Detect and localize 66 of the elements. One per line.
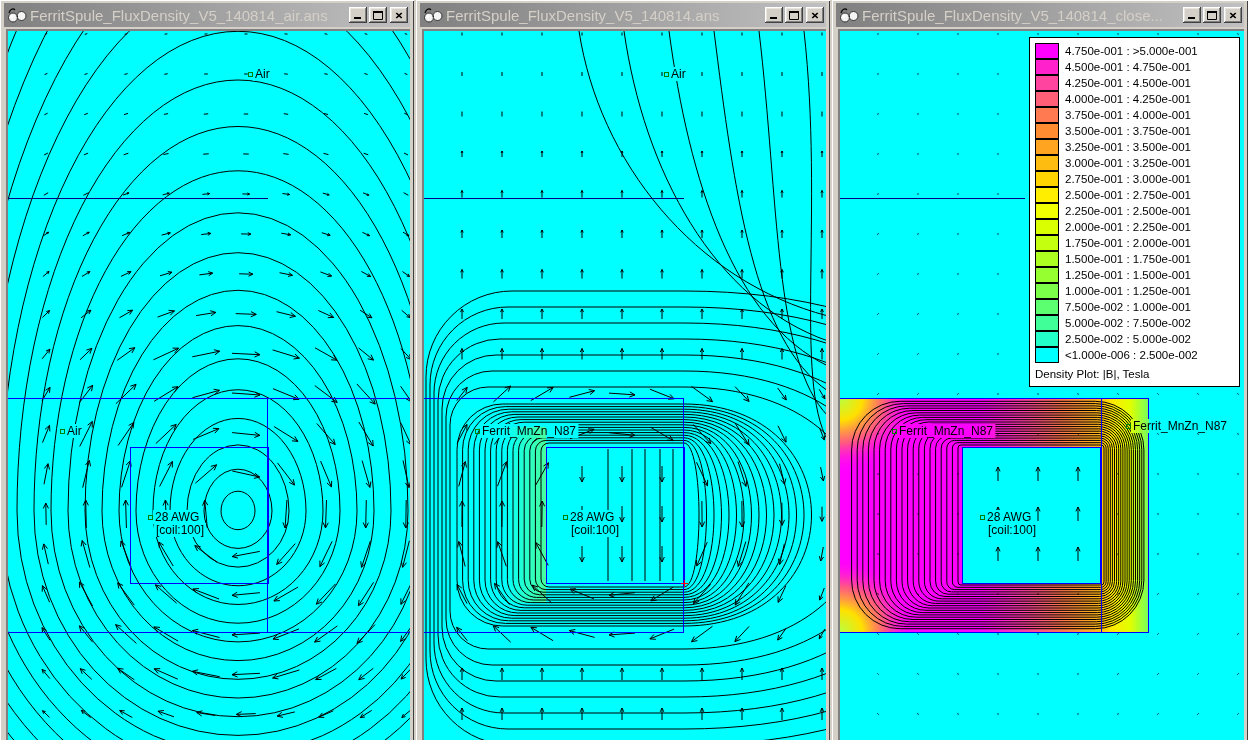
label-marker-icon xyxy=(980,515,985,520)
close-icon xyxy=(1229,11,1237,19)
legend-range: 3.750e-001 : 4.000e-001 xyxy=(1065,109,1191,121)
legend-range: 2.000e-001 : 2.250e-001 xyxy=(1065,221,1191,233)
legend-range: <1.000e-006 : 2.500e-002 xyxy=(1065,349,1198,361)
glasses-icon xyxy=(423,7,443,23)
label-marker-icon xyxy=(664,72,669,77)
block-label: 28 AWG xyxy=(987,510,1032,524)
legend-range: 3.250e-001 : 3.500e-001 xyxy=(1065,141,1191,153)
legend-range: 1.500e-001 : 1.750e-001 xyxy=(1065,253,1191,265)
glasses-icon xyxy=(7,7,27,23)
legend-range: 2.750e-001 : 3.000e-001 xyxy=(1065,173,1191,185)
window-title: FerritSpule_FluxDensity_V5_140814.ans xyxy=(446,6,720,24)
close-icon xyxy=(811,11,819,19)
window-title: FerritSpule_FluxDensity_V5_140814_close... xyxy=(862,6,1163,24)
legend-range: 5.000e-002 : 7.500e-002 xyxy=(1065,317,1191,329)
legend-range: 2.250e-001 : 2.500e-001 xyxy=(1065,205,1191,217)
label-marker-icon xyxy=(248,72,253,77)
label-marker-icon xyxy=(1126,424,1131,429)
maximize-button[interactable] xyxy=(369,7,387,23)
block-label: Air xyxy=(255,67,270,81)
minimize-button[interactable] xyxy=(1183,7,1201,23)
block-label: Air xyxy=(67,424,82,438)
minimize-icon xyxy=(353,17,361,19)
label-marker-icon xyxy=(475,429,480,434)
block-label: Air xyxy=(671,67,686,81)
maximize-icon xyxy=(789,10,799,20)
circuit-label: [coil:100] xyxy=(988,523,1037,537)
maximize-icon xyxy=(1207,10,1217,20)
legend-range: 1.000e-001 : 1.250e-001 xyxy=(1065,285,1191,297)
legend-range: 4.750e-001 : >5.000e-001 xyxy=(1065,45,1198,57)
circuit-label: [coil:100] xyxy=(571,523,620,537)
legend-range: 3.000e-001 : 3.250e-001 xyxy=(1065,157,1191,169)
close-icon xyxy=(395,11,403,19)
minimize-icon xyxy=(769,17,777,19)
legend-range: 4.250e-001 : 4.500e-001 xyxy=(1065,77,1191,89)
label-marker-icon xyxy=(60,429,65,434)
legend-range: 1.250e-001 : 1.500e-001 xyxy=(1065,269,1191,281)
block-label: Ferrit_MnZn_N87 xyxy=(899,424,994,438)
minimize-button[interactable] xyxy=(349,7,367,23)
label-marker-icon xyxy=(892,429,897,434)
maximize-button[interactable] xyxy=(785,7,803,23)
block-label: 28 AWG xyxy=(155,510,200,524)
legend-range: 2.500e-001 : 2.750e-001 xyxy=(1065,189,1191,201)
legend-range: 4.000e-001 : 4.250e-001 xyxy=(1065,93,1191,105)
maximize-button[interactable] xyxy=(1203,7,1221,23)
label-marker-icon xyxy=(563,515,568,520)
legend-range: 3.500e-001 : 3.750e-001 xyxy=(1065,125,1191,137)
block-label: 28 AWG xyxy=(570,510,615,524)
legend-caption: Density Plot: |B|, Tesla xyxy=(1035,368,1151,380)
legend-range: 4.500e-001 : 4.750e-001 xyxy=(1065,61,1191,73)
minimize-icon xyxy=(1187,17,1195,19)
close-button[interactable] xyxy=(390,7,408,23)
minimize-button[interactable] xyxy=(765,7,783,23)
legend-range: 1.750e-001 : 2.000e-001 xyxy=(1065,237,1191,249)
label-marker-icon xyxy=(148,515,153,520)
legend-range: 2.500e-002 : 5.000e-002 xyxy=(1065,333,1191,345)
window-title: FerritSpule_FluxDensity_V5_140814_air.ans xyxy=(30,6,328,24)
maximize-icon xyxy=(373,10,383,20)
close-button[interactable] xyxy=(806,7,824,23)
circuit-label: [coil:100] xyxy=(156,523,205,537)
legend-range: 7.500e-002 : 1.000e-001 xyxy=(1065,301,1191,313)
close-button[interactable] xyxy=(1224,7,1242,23)
glasses-icon xyxy=(839,7,859,23)
block-label: Ferrit_MnZn_N87 xyxy=(482,424,577,438)
cross-marker-icon xyxy=(680,579,689,588)
